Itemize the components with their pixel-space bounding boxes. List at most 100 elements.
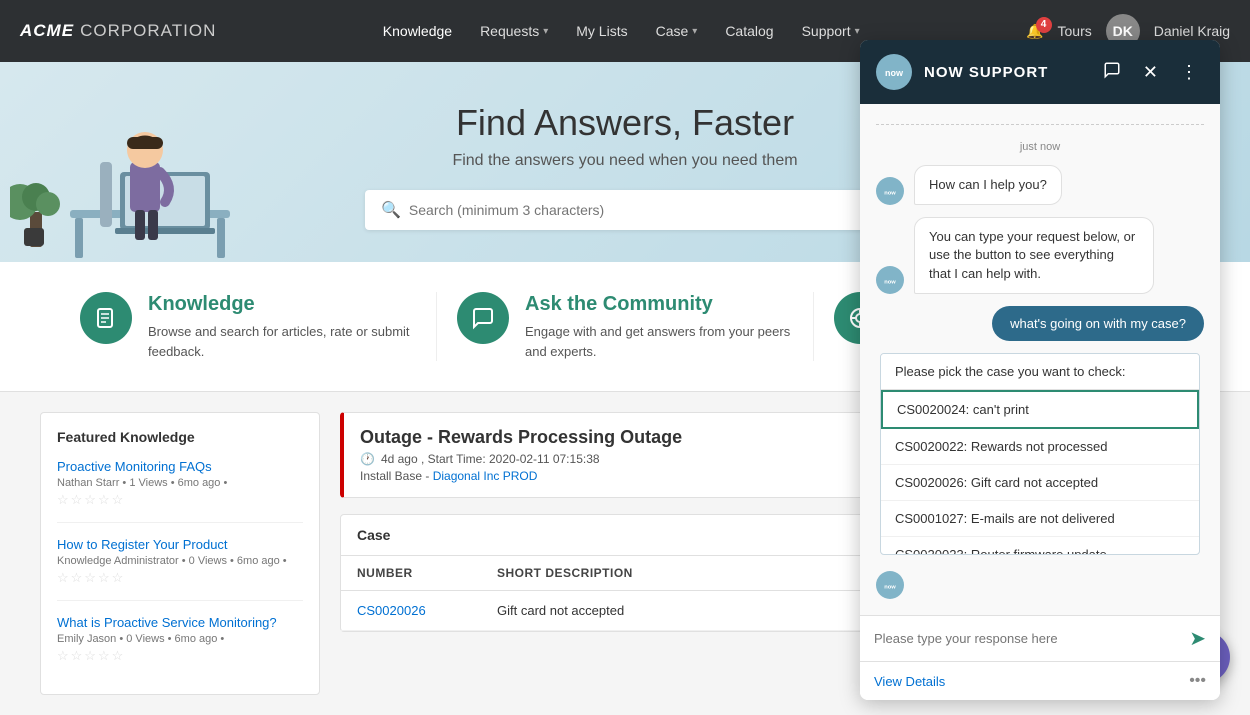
chevron-icon: ▾: [543, 26, 548, 37]
chat-message-1: now How can I help you?: [876, 165, 1204, 205]
svg-text:now: now: [884, 279, 896, 285]
nav-case[interactable]: Case ▾: [644, 15, 710, 47]
cases-title: Case: [357, 527, 390, 543]
chat-header: now NOW SUPPORT ✕ ⋮: [860, 40, 1220, 104]
nav-mylists-label: My Lists: [576, 23, 627, 39]
search-bar: 🔍: [365, 190, 885, 230]
feature-community[interactable]: Ask the Community Engage with and get an…: [437, 292, 814, 361]
community-desc: Engage with and get answers from your pe…: [525, 322, 793, 361]
brand-logo[interactable]: ACME CORPORATION: [20, 21, 216, 41]
chat-input[interactable]: [874, 631, 1181, 646]
nav-mylists[interactable]: My Lists: [564, 15, 639, 47]
item-stars-1: ☆☆☆☆☆: [57, 492, 303, 508]
item-stars-3: ☆☆☆☆☆: [57, 648, 303, 664]
nav-catalog-label: Catalog: [725, 23, 773, 39]
sidebar: Featured Knowledge Proactive Monitoring …: [40, 412, 320, 695]
bot-bubble-1: How can I help you?: [914, 165, 1062, 205]
chat-divider: [876, 124, 1204, 125]
chat-message-icon-button[interactable]: [1097, 59, 1127, 86]
outage-install-base-link[interactable]: Diagonal Inc PROD: [433, 469, 538, 483]
chevron-icon-case: ▾: [692, 26, 697, 37]
nav-catalog[interactable]: Catalog: [713, 15, 785, 47]
col-number: Number: [357, 566, 497, 580]
now-logo: now: [876, 54, 912, 90]
nav-case-label: Case: [656, 23, 689, 39]
knowledge-content: Knowledge Browse and search for articles…: [148, 292, 416, 361]
chat-message-3: now: [876, 571, 1204, 599]
more-options-icon[interactable]: •••: [1189, 672, 1206, 690]
svg-text:now: now: [884, 190, 896, 196]
knowledge-title: Knowledge: [148, 292, 416, 316]
knowledge-desc: Browse and search for articles, rate or …: [148, 322, 416, 361]
bot-avatar-2: now: [876, 266, 904, 294]
brand-corp: CORPORATION: [80, 21, 216, 41]
case-picker-label: Please pick the case you want to check:: [881, 354, 1199, 390]
notifications-button[interactable]: 🔔 4: [1026, 23, 1043, 40]
notifications-badge: 4: [1036, 17, 1052, 33]
more-icon: ⋮: [1180, 62, 1198, 82]
item-meta-1: Nathan Starr • 1 Views • 6mo ago •: [57, 477, 303, 489]
search-input[interactable]: [409, 202, 869, 218]
bot-avatar-3: now: [876, 571, 904, 599]
featured-knowledge-card: Featured Knowledge Proactive Monitoring …: [40, 412, 320, 695]
case-option-5[interactable]: CS0020023: Router firmware update: [881, 537, 1199, 555]
bot-bubble-2: You can type your request below, or use …: [914, 217, 1154, 294]
featured-item-link-2[interactable]: How to Register Your Product: [57, 537, 303, 552]
svg-text:now: now: [885, 68, 904, 78]
chat-view-details: View Details •••: [860, 661, 1220, 700]
list-item: Proactive Monitoring FAQs Nathan Starr •…: [57, 459, 303, 523]
featured-item-link-3[interactable]: What is Proactive Service Monitoring?: [57, 615, 303, 630]
feature-knowledge[interactable]: Knowledge Browse and search for articles…: [60, 292, 437, 361]
close-icon: ✕: [1143, 62, 1158, 82]
outage-time: 4d ago , Start Time: 2020-02-11 07:15:38: [381, 452, 600, 466]
view-details-link[interactable]: View Details: [874, 674, 945, 689]
case-option-1[interactable]: CS0020024: can't print: [881, 390, 1199, 429]
list-item: What is Proactive Service Monitoring? Em…: [57, 615, 303, 678]
community-content: Ask the Community Engage with and get an…: [525, 292, 793, 361]
chat-more-button[interactable]: ⋮: [1174, 60, 1204, 85]
bot-message-2-text: You can type your request below, or use …: [929, 229, 1135, 280]
nav-requests[interactable]: Requests ▾: [468, 15, 560, 47]
case-picker: Please pick the case you want to check: …: [880, 353, 1200, 555]
chat-title: NOW SUPPORT: [924, 64, 1085, 81]
community-title: Ask the Community: [525, 292, 793, 316]
user-action-row: what's going on with my case?: [876, 306, 1204, 341]
send-icon: ➤: [1189, 628, 1206, 650]
item-stars-2: ☆☆☆☆☆: [57, 570, 303, 586]
nav-tours-label[interactable]: Tours: [1058, 23, 1092, 39]
hero-illustration: [10, 72, 240, 262]
chat-header-actions: ✕ ⋮: [1097, 59, 1204, 86]
nav-support[interactable]: Support ▾: [790, 15, 872, 47]
list-item: How to Register Your Product Knowledge A…: [57, 537, 303, 601]
case-number-link[interactable]: CS0020026: [357, 603, 497, 618]
featured-item-link-1[interactable]: Proactive Monitoring FAQs: [57, 459, 303, 474]
user-name[interactable]: Daniel Kraig: [1154, 23, 1230, 39]
featured-knowledge-title: Featured Knowledge: [57, 429, 303, 445]
chat-panel: now NOW SUPPORT ✕ ⋮ just now: [860, 40, 1220, 700]
chat-footer: ➤: [860, 615, 1220, 661]
case-option-2[interactable]: CS0020022: Rewards not processed: [881, 429, 1199, 465]
chat-message-2: now You can type your request below, or …: [876, 217, 1204, 294]
search-icon: 🔍: [381, 200, 401, 220]
send-button[interactable]: ➤: [1189, 626, 1206, 651]
case-option-3[interactable]: CS0020026: Gift card not accepted: [881, 465, 1199, 501]
brand-acme: ACME: [20, 21, 74, 41]
community-icon: [457, 292, 509, 344]
nav-requests-label: Requests: [480, 23, 539, 39]
clock-icon: 🕐: [360, 452, 375, 466]
bot-message-1-text: How can I help you?: [929, 177, 1047, 192]
user-action-button[interactable]: what's going on with my case?: [992, 306, 1204, 341]
chat-time: just now: [876, 141, 1204, 153]
nav-knowledge[interactable]: Knowledge: [371, 15, 464, 47]
item-meta-2: Knowledge Administrator • 0 Views • 6mo …: [57, 555, 303, 567]
bot-avatar-1: now: [876, 177, 904, 205]
chevron-icon-support: ▾: [855, 26, 860, 37]
svg-text:now: now: [884, 584, 896, 590]
item-meta-3: Emily Jason • 0 Views • 6mo ago •: [57, 633, 303, 645]
case-option-4[interactable]: CS0001027: E-mails are not delivered: [881, 501, 1199, 537]
chat-close-button[interactable]: ✕: [1137, 60, 1164, 85]
nav-knowledge-label: Knowledge: [383, 23, 452, 39]
knowledge-icon: [80, 292, 132, 344]
chat-body: just now now How can I help you? now: [860, 104, 1220, 615]
nav-support-label: Support: [802, 23, 851, 39]
